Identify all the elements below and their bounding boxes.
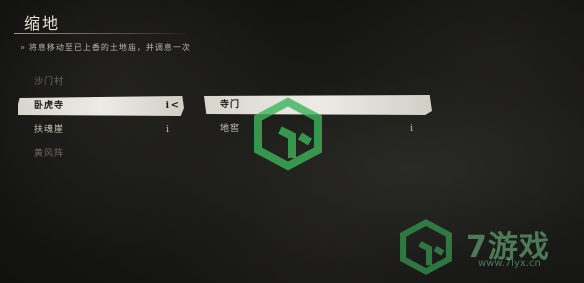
watermark-url: www.7lyx.cn	[478, 258, 541, 269]
incense-marker-icon: i	[165, 101, 170, 111]
shrine-label: 地窖	[220, 124, 241, 134]
region-list: 沙门村 卧虎寺 i < 扶魂崖 i 黄风阵	[18, 70, 184, 166]
shrine-item-temple-gate[interactable]: 寺门	[204, 95, 432, 115]
shrine-item-cellar[interactable]: 地窖 i	[204, 117, 432, 141]
shrine-list: 寺门 地窖 i	[204, 93, 432, 141]
instruction-text: » 将息移动至已上香的土地庙，并调息一次	[20, 42, 191, 53]
region-item-fuhun-cliff[interactable]: 扶魂崖 i	[18, 118, 184, 142]
instruction-label: 将息移动至已上香的土地庙，并调息一次	[28, 43, 191, 52]
arrow-icon: »	[20, 43, 26, 52]
region-label: 沙门村	[34, 77, 65, 87]
title-divider	[14, 33, 186, 34]
region-label: 扶魂崖	[34, 125, 65, 135]
region-item-wohu-temple[interactable]: 卧虎寺 i <	[18, 96, 184, 116]
incense-marker-icon: i	[410, 124, 414, 134]
watermark-logo-small-icon	[400, 219, 452, 275]
page-title: 缩地	[24, 14, 61, 33]
region-label: 黄风阵	[34, 149, 65, 159]
region-item-huangfeng-array[interactable]: 黄风阵	[18, 142, 184, 166]
region-label: 卧虎寺	[34, 101, 65, 111]
region-item-shamen-village[interactable]: 沙门村	[18, 70, 184, 94]
chevron-left-icon: <	[170, 100, 180, 111]
shrine-label: 寺门	[220, 100, 241, 110]
incense-marker-icon: i	[166, 125, 170, 135]
